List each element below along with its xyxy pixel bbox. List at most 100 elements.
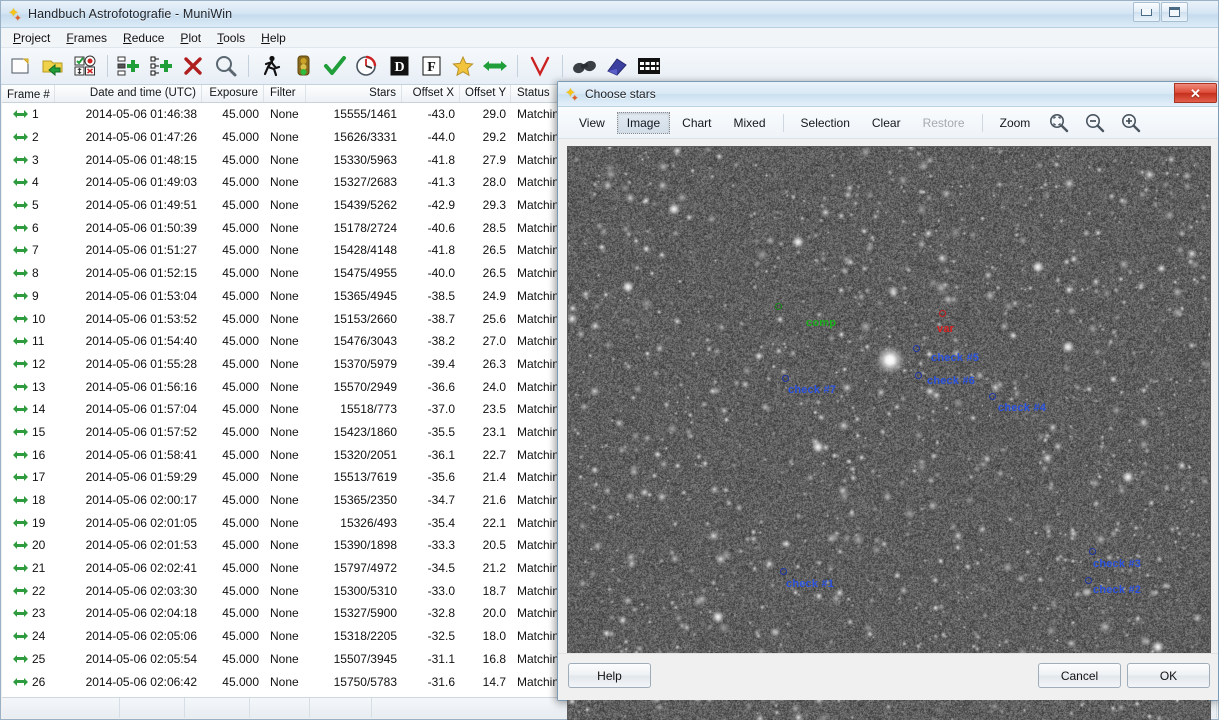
- cell-datetime: 2014-05-06 01:57:52: [85, 424, 197, 439]
- new-project-icon[interactable]: [6, 51, 36, 81]
- binoculars-icon[interactable]: [570, 51, 600, 81]
- quick-photometry-icon[interactable]: [288, 51, 318, 81]
- tab-chart[interactable]: Chart: [672, 112, 721, 134]
- cell-datetime: 2014-05-06 01:49:03: [85, 175, 197, 190]
- express-reduction-icon[interactable]: [256, 51, 286, 81]
- star-marker[interactable]: [780, 568, 787, 575]
- zoom-fit-icon[interactable]: [1044, 111, 1074, 135]
- frame-status-arrow-icon: [13, 154, 28, 165]
- cell-exposure: 45.000: [222, 470, 259, 485]
- column-header-frame[interactable]: Frame #: [2, 85, 55, 102]
- cell-offset-x: -39.4: [427, 356, 455, 371]
- cell-frame: 5: [2, 198, 55, 212]
- help-button[interactable]: Help: [568, 663, 651, 688]
- column-header-filter[interactable]: Filter: [264, 85, 306, 102]
- star-label[interactable]: check #4: [998, 402, 1046, 414]
- cell-filter: None: [270, 651, 299, 666]
- cell-offset-y: 23.5: [482, 402, 506, 417]
- star-marker[interactable]: [939, 310, 946, 317]
- light-curve-icon[interactable]: [525, 51, 555, 81]
- menu-help[interactable]: Help: [253, 29, 294, 47]
- frame-status-arrow-icon: [13, 268, 28, 279]
- add-frames-icon[interactable]: [115, 51, 145, 81]
- ok-button[interactable]: OK: [1127, 663, 1210, 688]
- cell-offset-y: 26.5: [482, 266, 506, 281]
- star-label[interactable]: check #1: [786, 578, 834, 590]
- cell-stars: 15570/2949: [333, 379, 397, 394]
- clear-button[interactable]: Clear: [862, 112, 911, 134]
- project-settings-icon[interactable]: [70, 51, 100, 81]
- toolbar-separator: [517, 55, 518, 77]
- open-project-icon[interactable]: [38, 51, 68, 81]
- star-label[interactable]: check #5: [931, 352, 979, 364]
- star-marker[interactable]: [989, 393, 996, 400]
- cell-offset-x: -36.6: [427, 379, 455, 394]
- star-marker[interactable]: [913, 345, 920, 352]
- star-label[interactable]: comp: [806, 317, 836, 329]
- cell-stars: 15318/2205: [333, 629, 397, 644]
- maximize-button[interactable]: [1161, 2, 1188, 22]
- cell-offset-x: -38.2: [427, 334, 455, 349]
- match-stars-icon[interactable]: [480, 51, 510, 81]
- tab-image[interactable]: Image: [616, 111, 671, 134]
- time-correction-icon[interactable]: [352, 51, 382, 81]
- star-marker[interactable]: [1089, 548, 1096, 555]
- cell-frame-number: 22: [32, 583, 46, 598]
- column-header-stars[interactable]: Stars: [306, 85, 402, 102]
- add-frame-series-icon[interactable]: [147, 51, 177, 81]
- cancel-button[interactable]: Cancel: [1038, 663, 1121, 688]
- catalog-icon[interactable]: [602, 51, 632, 81]
- preview-frame-icon[interactable]: [211, 51, 241, 81]
- menu-tools[interactable]: Tools: [209, 29, 253, 47]
- frame-status-arrow-icon: [13, 245, 28, 256]
- star-label[interactable]: check #6: [927, 375, 975, 387]
- cell-offset-y: 21.2: [482, 561, 506, 576]
- column-header-datetime[interactable]: Date and time (UTC): [55, 85, 202, 102]
- star-select-icon[interactable]: [448, 51, 478, 81]
- star-marker[interactable]: [915, 372, 922, 379]
- zoom-in-icon[interactable]: [1116, 111, 1146, 135]
- minimize-button[interactable]: [1133, 2, 1160, 22]
- cell-offset-x: -41.8: [427, 243, 455, 258]
- cell-offset-y: 21.6: [482, 493, 506, 508]
- cell-offset-x: -32.8: [427, 606, 455, 621]
- cell-frame: 19: [2, 516, 55, 530]
- menu-project[interactable]: Project: [5, 29, 58, 47]
- cell-stars: 15365/4945: [333, 288, 397, 303]
- star-image-view[interactable]: comp var check #5 check #6 check #7 check #4 c…: [567, 146, 1211, 720]
- dark-frame-icon[interactable]: D: [384, 51, 414, 81]
- cell-frame: 4: [2, 175, 55, 189]
- tab-mixed[interactable]: Mixed: [724, 112, 776, 134]
- star-marker[interactable]: [1085, 577, 1092, 584]
- menu-plot[interactable]: Plot: [172, 29, 209, 47]
- cell-frame: 20: [2, 538, 55, 552]
- flat-frame-icon[interactable]: F: [416, 51, 446, 81]
- table-icon[interactable]: [634, 51, 664, 81]
- column-header-offset-x[interactable]: Offset X: [402, 85, 460, 102]
- cell-filter: None: [270, 152, 299, 167]
- menu-frames[interactable]: Frames: [58, 29, 115, 47]
- starfield-canvas[interactable]: [568, 147, 1210, 720]
- cell-offset-x: -38.7: [427, 311, 455, 326]
- star-label[interactable]: check #2: [1093, 584, 1141, 596]
- star-label[interactable]: var: [937, 323, 954, 335]
- zoom-out-icon[interactable]: [1080, 111, 1110, 135]
- column-header-offset-y[interactable]: Offset Y: [460, 85, 511, 102]
- cell-offset-x: -43.0: [427, 107, 455, 122]
- star-label[interactable]: check #3: [1093, 558, 1141, 570]
- selection-button[interactable]: Selection: [791, 112, 860, 134]
- cell-exposure: 45.000: [222, 538, 259, 553]
- apply-icon[interactable]: [320, 51, 350, 81]
- remove-frames-icon[interactable]: [179, 51, 209, 81]
- restore-button: Restore: [922, 115, 965, 130]
- dialog-close-button[interactable]: ✕: [1174, 83, 1217, 103]
- cell-datetime: 2014-05-06 01:49:51: [85, 198, 197, 213]
- cell-offset-x: -37.0: [427, 402, 455, 417]
- column-header-exposure[interactable]: Exposure: [202, 85, 264, 102]
- menu-reduce[interactable]: Reduce: [115, 29, 172, 47]
- star-label[interactable]: check #7: [788, 384, 836, 396]
- star-marker[interactable]: [782, 375, 789, 382]
- star-marker[interactable]: [775, 303, 782, 310]
- cell-offset-y: 27.9: [482, 152, 506, 167]
- cell-frame-number: 18: [32, 493, 46, 508]
